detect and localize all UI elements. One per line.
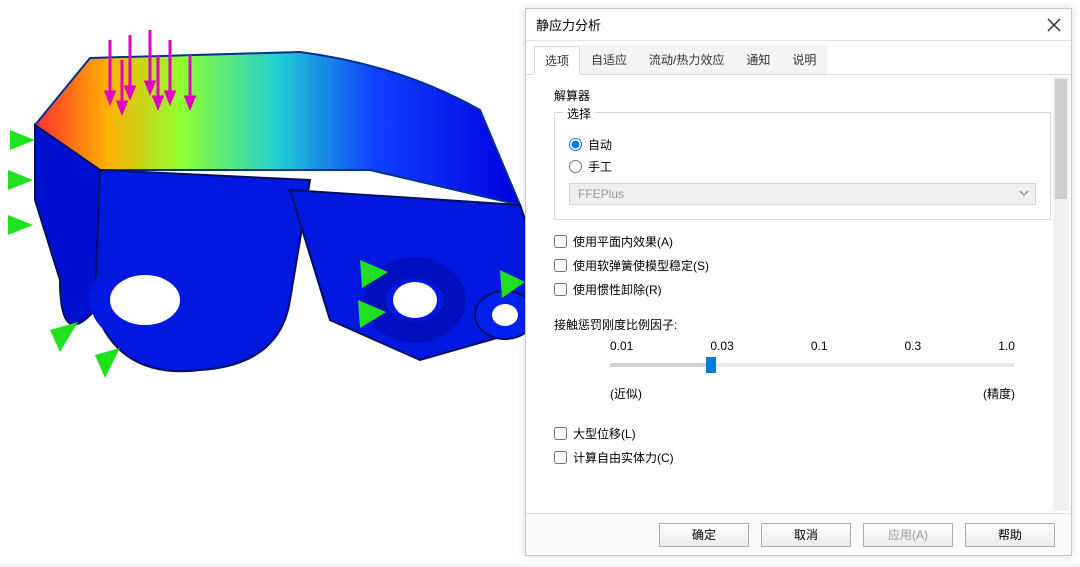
slider-fill: [610, 363, 711, 367]
check-large-disp[interactable]: [554, 427, 567, 440]
check-inertial[interactable]: [554, 283, 567, 296]
dialog-title: 静应力分析: [536, 15, 1047, 34]
check-softspring[interactable]: [554, 259, 567, 272]
static-analysis-dialog: 静应力分析 选项 自适应 流动/热力效应 通知 说明 解算器 选择 自动: [525, 8, 1072, 556]
tab-strip: 选项 自适应 流动/热力效应 通知 说明: [526, 41, 1071, 75]
check-softspring-label: 使用软弹簧使模型稳定(S): [573, 257, 709, 274]
tab-adaptive[interactable]: 自适应: [580, 45, 638, 74]
check-inertial-row[interactable]: 使用惯性卸除(R): [554, 278, 1051, 300]
scroll-thumb[interactable]: [1055, 79, 1067, 199]
solver-group-title: 解算器: [554, 87, 1051, 104]
check-softspring-row[interactable]: 使用软弹簧使模型稳定(S): [554, 254, 1051, 276]
check-planar-row[interactable]: 使用平面内效果(A): [554, 230, 1051, 252]
slider-ends: (近似) (精度): [554, 385, 1051, 402]
slider-label: 接触惩罚刚度比例因子:: [554, 316, 1051, 333]
tick-0: 0.01: [610, 339, 633, 353]
check-large-disp-label: 大型位移(L): [573, 425, 636, 442]
radio-manual-label: 手工: [588, 158, 612, 175]
check-free-body[interactable]: [554, 451, 567, 464]
check-planar-label: 使用平面内效果(A): [573, 233, 673, 250]
slider-thumb[interactable]: [706, 357, 716, 373]
radio-manual-row[interactable]: 手工: [569, 155, 1036, 177]
tick-3: 0.3: [905, 339, 922, 353]
radio-manual[interactable]: [569, 160, 582, 173]
close-icon[interactable]: [1047, 18, 1061, 32]
dialog-titlebar[interactable]: 静应力分析: [526, 9, 1071, 41]
radio-auto-row[interactable]: 自动: [569, 133, 1036, 155]
radio-auto-label: 自动: [588, 136, 612, 153]
tick-2: 0.1: [811, 339, 828, 353]
check-free-body-label: 计算自由实体力(C): [573, 449, 674, 466]
slider-ticks: 0.01 0.03 0.1 0.3 1.0: [554, 339, 1051, 353]
slider-track-wrap[interactable]: [610, 355, 1015, 377]
ok-button[interactable]: 确定: [659, 523, 749, 547]
tick-1: 0.03: [710, 339, 733, 353]
tab-notify[interactable]: 通知: [735, 45, 781, 74]
checks-group-1: 使用平面内效果(A) 使用软弹簧使模型稳定(S) 使用惯性卸除(R): [554, 230, 1051, 300]
select-group-label: 选择: [563, 105, 595, 122]
check-inertial-label: 使用惯性卸除(R): [573, 281, 662, 298]
tab-options[interactable]: 选项: [534, 46, 580, 75]
radio-auto[interactable]: [569, 138, 582, 151]
cancel-button[interactable]: 取消: [761, 523, 851, 547]
dialog-body: 解算器 选择 自动 手工 FFEPlus: [526, 75, 1071, 513]
select-group: 选择 自动 手工 FFEPlus: [554, 112, 1051, 220]
slider-right-label: (精度): [983, 385, 1015, 402]
penalty-slider-section: 接触惩罚刚度比例因子: 0.01 0.03 0.1 0.3 1.0 (近似) (…: [554, 316, 1051, 402]
dialog-footer: 确定 取消 应用(A) 帮助: [526, 513, 1071, 555]
checks-group-2: 大型位移(L) 计算自由实体力(C): [554, 422, 1051, 468]
tab-flow-thermal[interactable]: 流动/热力效应: [638, 45, 735, 74]
slider-track: [610, 363, 1015, 367]
solver-combo[interactable]: FFEPlus: [569, 183, 1036, 205]
check-free-body-row[interactable]: 计算自由实体力(C): [554, 446, 1051, 468]
vertical-scrollbar[interactable]: [1053, 77, 1069, 511]
apply-button[interactable]: 应用(A): [863, 523, 953, 547]
slider-left-label: (近似): [610, 385, 642, 402]
check-large-disp-row[interactable]: 大型位移(L): [554, 422, 1051, 444]
solver-combo-value: FFEPlus: [578, 187, 624, 201]
chevron-down-icon: [1019, 188, 1029, 198]
tick-4: 1.0: [998, 339, 1015, 353]
help-button[interactable]: 帮助: [965, 523, 1055, 547]
tab-desc[interactable]: 说明: [781, 45, 827, 74]
check-planar[interactable]: [554, 235, 567, 248]
